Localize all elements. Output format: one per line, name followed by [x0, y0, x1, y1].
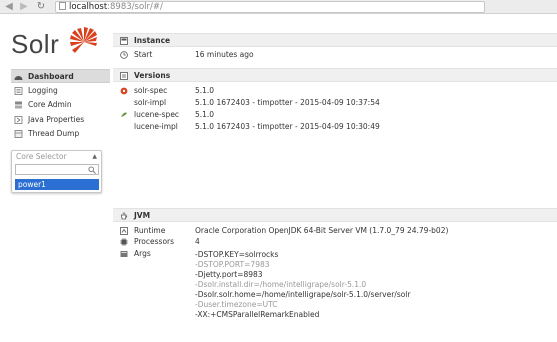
sidebar-item-label: Logging: [28, 85, 58, 95]
reload-icon[interactable]: ↻: [35, 1, 47, 13]
core-selector-placeholder: Core Selector: [16, 152, 67, 161]
runtime-icon: [120, 227, 128, 235]
url-path: :8983/solr/#/: [107, 2, 163, 12]
core-selector-toggle[interactable]: Core Selector ▲: [12, 151, 101, 163]
thread-dump-icon: [14, 130, 23, 138]
chevron-up-icon: ▲: [92, 153, 97, 160]
core-admin-icon: [15, 101, 22, 109]
sidebar-item-label: Java Properties: [28, 114, 85, 124]
start-value: 16 minutes ago: [195, 50, 254, 59]
jvm-icon: [121, 212, 128, 220]
version-value: 5.1.0 1672403 - timpotter - 2015-04-09 1…: [195, 122, 380, 131]
sidebar: Dashboard Logging Core Admin Java Proper…: [11, 69, 110, 142]
version-label: solr-impl: [134, 98, 167, 107]
solr-sun-icon: [70, 27, 97, 53]
instance-section-header: Instance: [113, 33, 557, 47]
logging-icon: [14, 86, 23, 95]
sidebar-item-core-admin[interactable]: Core Admin: [11, 98, 110, 112]
url-host: localhost: [69, 2, 108, 12]
forward-arrow-icon[interactable]: ▶: [18, 1, 30, 13]
browser-toolbar: ◀ ▶ ↻ localhost:8983/solr/#/: [0, 0, 557, 14]
version-label: lucene-spec: [134, 110, 180, 119]
jvm-section-header: JVM: [113, 208, 557, 222]
jvm-title: JVM: [134, 211, 151, 220]
core-option-power1[interactable]: power1: [15, 179, 99, 190]
instance-title: Instance: [134, 36, 171, 45]
processors-label: Processors: [134, 237, 175, 246]
instance-icon: [120, 37, 128, 45]
version-value: 5.1.0: [195, 110, 215, 119]
sidebar-item-thread-dump[interactable]: Thread Dump: [11, 127, 110, 141]
args-label: Args: [134, 249, 151, 258]
processors-value: 4: [195, 237, 200, 246]
back-arrow-icon[interactable]: ◀: [3, 1, 15, 13]
lucene-icon: [121, 112, 127, 117]
dashboard-icon: [14, 76, 23, 80]
core-search-input[interactable]: [15, 164, 99, 175]
java-properties-icon: [14, 115, 23, 124]
address-bar[interactable]: localhost:8983/solr/#/: [55, 1, 485, 13]
sidebar-item-label: Core Admin: [28, 100, 72, 109]
sidebar-item-label: Dashboard: [28, 72, 74, 81]
search-icon: [88, 166, 96, 174]
core-selector[interactable]: Core Selector ▲ power1: [11, 150, 102, 193]
versions-section-header: Versions: [113, 68, 557, 82]
versions-icon: [120, 72, 128, 80]
solr-logo[interactable]: Solr: [11, 27, 101, 63]
sidebar-item-dashboard[interactable]: Dashboard: [11, 69, 110, 83]
solr-icon: [120, 87, 128, 95]
start-label: Start: [134, 50, 153, 59]
version-label: lucene-impl: [134, 122, 178, 131]
logo-text: Solr: [11, 29, 60, 59]
jvm-arg: -XX:+CMSParallelRemarkEnabled: [195, 310, 320, 319]
sidebar-item-logging[interactable]: Logging: [11, 84, 110, 98]
runtime-value: Oracle Corporation OpenJDK 64-Bit Server…: [195, 226, 449, 235]
versions-title: Versions: [134, 71, 171, 80]
processor-icon: [120, 238, 128, 246]
clock-icon: [120, 51, 128, 59]
sidebar-item-label: Thread Dump: [28, 129, 80, 138]
version-value: 5.1.0 1672403 - timpotter - 2015-04-09 1…: [195, 98, 380, 107]
page-icon: [59, 2, 66, 10]
sidebar-item-java-properties[interactable]: Java Properties: [11, 113, 110, 127]
args-icon: [120, 251, 128, 257]
version-value: 5.1.0: [195, 86, 215, 95]
version-label: solr-spec: [134, 86, 168, 95]
